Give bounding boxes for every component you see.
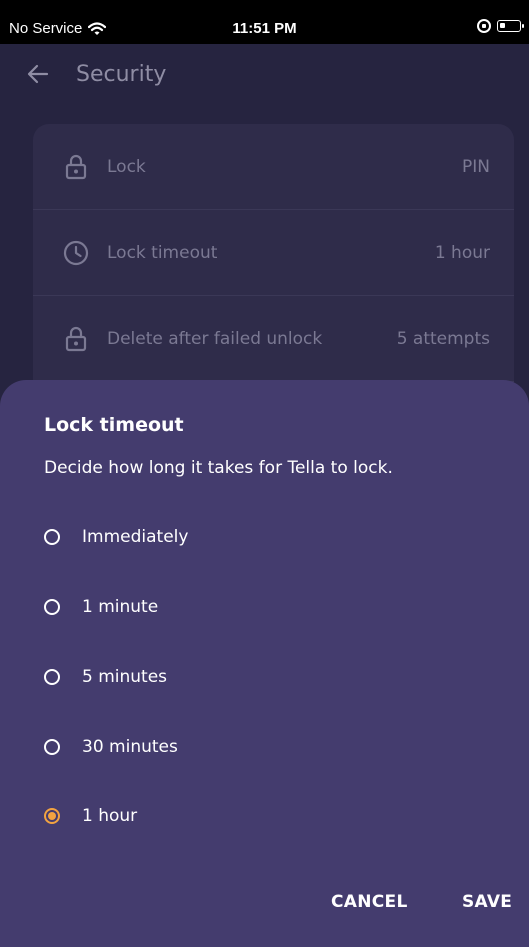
setting-label: Lock timeout [107,242,218,263]
page-title: Security [76,61,167,87]
setting-row-lock-timeout[interactable]: Lock timeout 1 hour [33,210,514,296]
screen: No Service 11:51 PM Security Lock PIN Lo… [0,0,529,947]
option-label: 1 hour [82,806,138,826]
lock-icon [63,154,89,180]
arrow-left-icon [27,64,49,84]
setting-value: PIN [462,156,490,177]
option-label: 1 minute [82,597,159,617]
setting-label: Lock [107,156,146,177]
sheet-description: Decide how long it takes for Tella to lo… [44,458,393,478]
option-1-minute[interactable]: 1 minute [44,592,158,622]
settings-card: Lock PIN Lock timeout 1 hour Delete afte… [33,124,514,424]
option-5-minutes[interactable]: 5 minutes [44,662,167,692]
setting-row-lock[interactable]: Lock PIN [33,124,514,210]
clock-icon [63,240,89,266]
status-time: 11:51 PM [232,20,297,37]
option-label: Immediately [82,527,189,547]
lock-icon [63,326,89,352]
radio-button[interactable] [44,739,60,755]
setting-value: 1 hour [434,242,490,263]
sheet-title: Lock timeout [44,414,184,436]
status-bar: No Service 11:51 PM [0,0,529,44]
option-immediately[interactable]: Immediately [44,522,188,552]
setting-value: 5 attempts [396,328,490,349]
status-right [477,19,524,33]
save-button[interactable]: SAVE [462,892,512,912]
cancel-button[interactable]: CANCEL [331,892,408,912]
option-label: 30 minutes [82,737,178,757]
setting-label: Delete after failed unlock [107,328,323,349]
setting-row-delete-after-failed-unlock[interactable]: Delete after failed unlock 5 attempts [33,296,514,382]
option-label: 5 minutes [82,667,168,687]
option-30-minutes[interactable]: 30 minutes [44,732,178,762]
back-button[interactable] [16,52,60,96]
radio-button[interactable] [44,669,60,685]
radio-button[interactable] [44,599,60,615]
option-1-hour[interactable]: 1 hour [44,801,137,831]
orientation-lock-icon [477,19,491,33]
radio-button-selected[interactable] [44,808,60,824]
radio-button[interactable] [44,529,60,545]
lock-timeout-sheet: Lock timeout Decide how long it takes fo… [0,380,529,947]
battery-icon [497,20,524,32]
app-bar: Security [0,44,529,104]
